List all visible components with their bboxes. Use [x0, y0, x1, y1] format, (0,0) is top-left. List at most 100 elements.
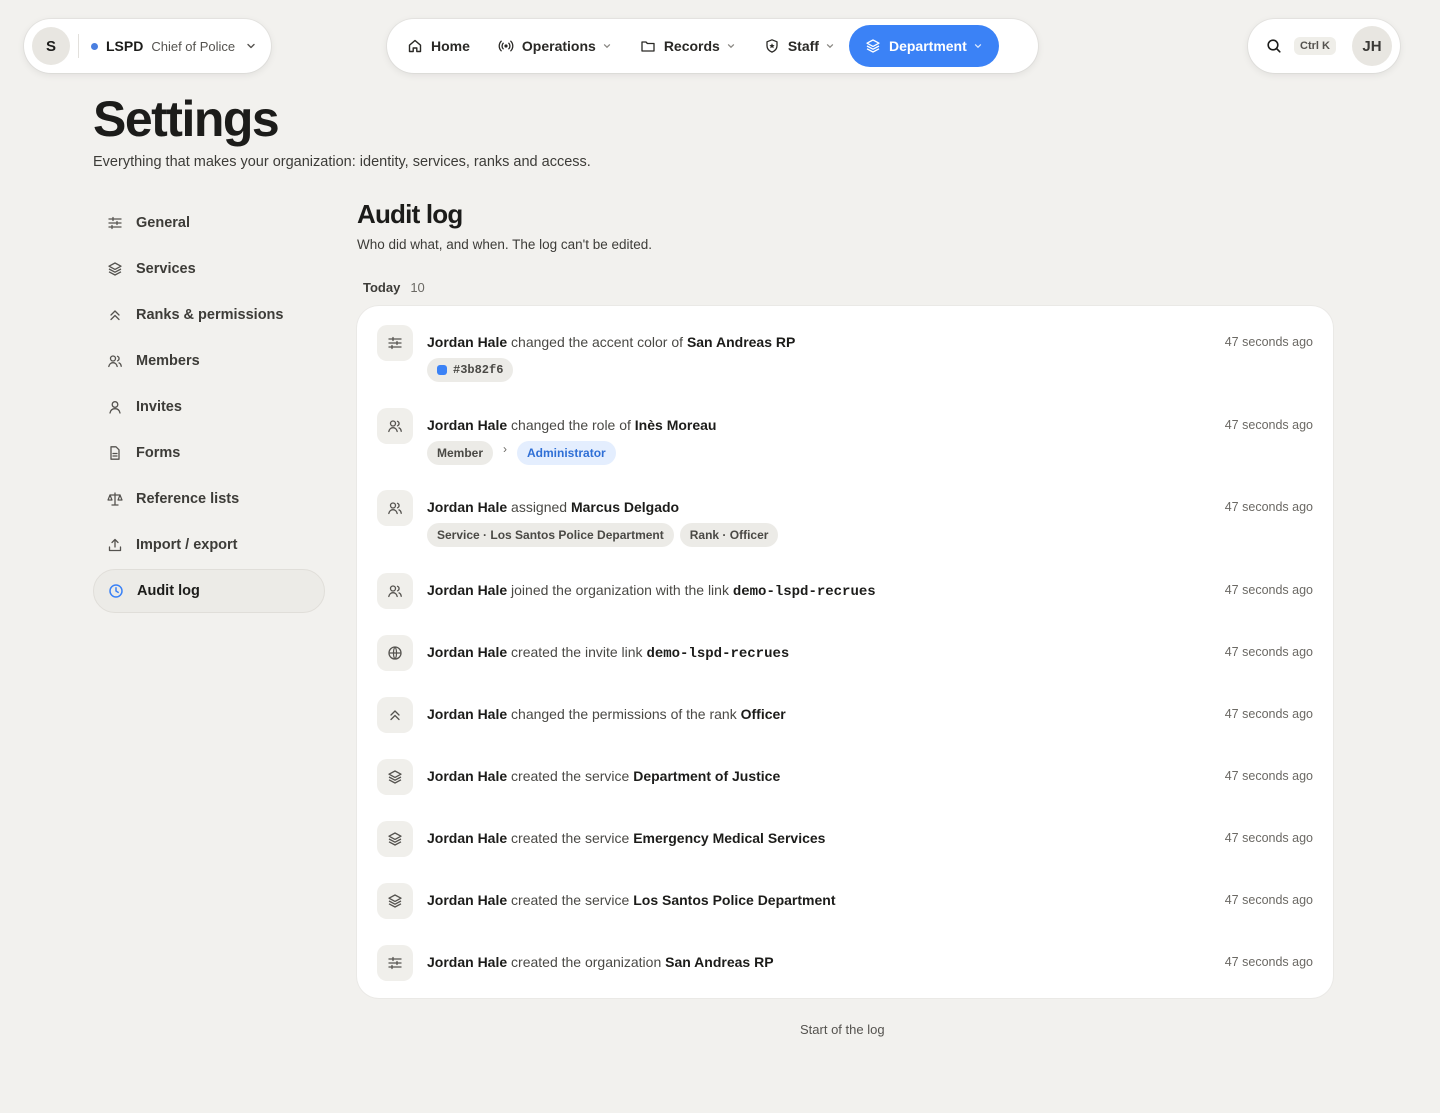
user-icon — [109, 401, 121, 414]
log-time: 47 seconds ago — [1224, 955, 1313, 969]
sliders-icon — [108, 216, 122, 230]
layers-icon — [866, 39, 880, 53]
log-entry-text: Jordan Hale changed the role of Inès Mor… — [427, 417, 717, 433]
color-swatch — [437, 365, 447, 375]
log-entry-text: Jordan Hale changed the permissions of t… — [427, 706, 786, 722]
sidebar-item-members[interactable]: Members — [93, 339, 325, 383]
log-actor: Jordan Hale — [427, 768, 508, 784]
page-subtitle: Everything that makes your organization:… — [93, 154, 591, 170]
service-chip: Service · Los Santos Police Department — [427, 523, 674, 547]
broadcast-icon — [498, 40, 514, 52]
log-target: Los Santos Police Department — [633, 892, 836, 908]
folder-icon — [641, 41, 655, 52]
chevron-down-icon — [727, 44, 734, 49]
search-shortcut: Ctrl K — [1294, 37, 1336, 55]
file-icon — [110, 446, 120, 460]
shield-icon — [766, 39, 778, 53]
log-target: demo-lspd-recrues — [646, 646, 790, 662]
log-action: created the service — [511, 892, 630, 908]
section-subtitle: Who did what, and when. The log can't be… — [357, 237, 653, 252]
log-target: Inès Moreau — [634, 417, 717, 433]
users-icon — [108, 355, 122, 368]
log-time: 47 seconds ago — [1224, 831, 1313, 845]
log-actor: Jordan Hale — [427, 954, 508, 970]
nav-home[interactable]: Home — [393, 25, 484, 67]
log-time: 47 seconds ago — [1224, 893, 1313, 907]
log-time: 47 seconds ago — [1224, 500, 1313, 514]
log-action: created the organization — [511, 954, 662, 970]
log-entry-text: Jordan Hale joined the organization with… — [427, 582, 876, 600]
audit-log-list: Jordan Hale changed the accent color of … — [357, 306, 1333, 998]
users-icon — [377, 490, 413, 526]
clock-icon — [109, 584, 123, 598]
sidebar-item-label: Import / export — [136, 537, 238, 553]
sidebar-item-import-export[interactable]: Import / export — [93, 523, 325, 567]
avatar[interactable]: JH — [1351, 26, 1392, 66]
status-dot — [91, 42, 98, 50]
role-from-chip: Member — [427, 441, 494, 465]
sidebar-item-audit-log[interactable]: Audit log — [93, 569, 325, 613]
log-action: created the service — [511, 768, 630, 784]
nav-staff-label: Staff — [787, 38, 819, 54]
log-target: San Andreas RP — [686, 334, 796, 350]
home-icon — [408, 39, 422, 53]
log-details: Service · Los Santos Police Department R… — [427, 523, 784, 547]
sidebar-item-label: Audit log — [137, 583, 200, 599]
log-time: 47 seconds ago — [1224, 583, 1313, 597]
page-title: Settings — [93, 91, 280, 147]
org-name: LSPD — [106, 38, 144, 54]
group-count: 10 — [410, 280, 425, 295]
nav-staff[interactable]: Staff — [750, 25, 849, 67]
search-icon[interactable] — [1266, 38, 1282, 54]
log-entry-text: Jordan Hale created the organization San… — [427, 954, 774, 970]
scale-icon — [107, 492, 123, 506]
log-time: 47 seconds ago — [1224, 645, 1313, 659]
divider — [78, 34, 79, 58]
log-target: Officer — [740, 706, 786, 722]
log-action: changed the accent color of — [511, 334, 684, 350]
log-target: Department of Justice — [633, 768, 781, 784]
chevron-right-icon: › — [503, 442, 508, 456]
nav-department-label: Department — [888, 38, 967, 54]
sidebar-item-label: Invites — [136, 399, 182, 415]
sidebar-item-invites[interactable]: Invites — [93, 385, 325, 429]
sidebar-item-general[interactable]: General — [93, 201, 325, 245]
sidebar-item-label: Services — [136, 261, 196, 277]
log-actor: Jordan Hale — [427, 892, 508, 908]
log-action: joined the organization with the link — [511, 582, 729, 598]
log-time: 47 seconds ago — [1224, 707, 1313, 721]
nav-operations[interactable]: Operations — [484, 25, 626, 67]
settings-sidebar: General Services Ranks & permissions Mem… — [93, 201, 325, 615]
sidebar-item-reference-lists[interactable]: Reference lists — [93, 477, 325, 521]
log-end-label: Start of the log — [800, 1022, 885, 1037]
log-action: created the invite link — [511, 644, 643, 660]
log-time: 47 seconds ago — [1224, 335, 1313, 349]
sidebar-item-forms[interactable]: Forms — [93, 431, 325, 475]
layers-icon — [377, 821, 413, 857]
sidebar-item-ranks[interactable]: Ranks & permissions — [93, 293, 325, 337]
log-entry-text: Jordan Hale assigned Marcus Delgado — [427, 499, 679, 515]
log-time: 47 seconds ago — [1224, 418, 1313, 432]
org-role: Chief of Police — [151, 38, 236, 54]
log-target: San Andreas RP — [665, 954, 774, 970]
log-action: changed the role of — [511, 417, 631, 433]
sidebar-item-label: Reference lists — [136, 491, 240, 507]
sidebar-item-services[interactable]: Services — [93, 247, 325, 291]
chevrons-up-icon — [377, 697, 413, 733]
log-target: Marcus Delgado — [570, 499, 680, 515]
sliders-icon — [377, 945, 413, 981]
nav-department[interactable]: Department — [848, 25, 999, 67]
toolbar-right: Ctrl K JH — [1248, 19, 1400, 73]
users-icon — [377, 573, 413, 609]
section-title: Audit log — [357, 199, 463, 229]
log-entry-text: Jordan Hale created the service Los Sant… — [427, 892, 836, 908]
layers-icon — [377, 883, 413, 919]
log-details: Member › Administrator — [427, 441, 622, 465]
color-chip: #3b82f6 — [427, 358, 514, 382]
layers-icon — [377, 759, 413, 795]
group-label: Today — [363, 280, 401, 295]
nav-records[interactable]: Records — [626, 25, 750, 67]
org-switcher[interactable]: S LSPD Chief of Police — [24, 19, 271, 73]
log-action: assigned — [511, 499, 568, 515]
log-entry-text: Jordan Hale created the service Emergenc… — [427, 830, 825, 846]
